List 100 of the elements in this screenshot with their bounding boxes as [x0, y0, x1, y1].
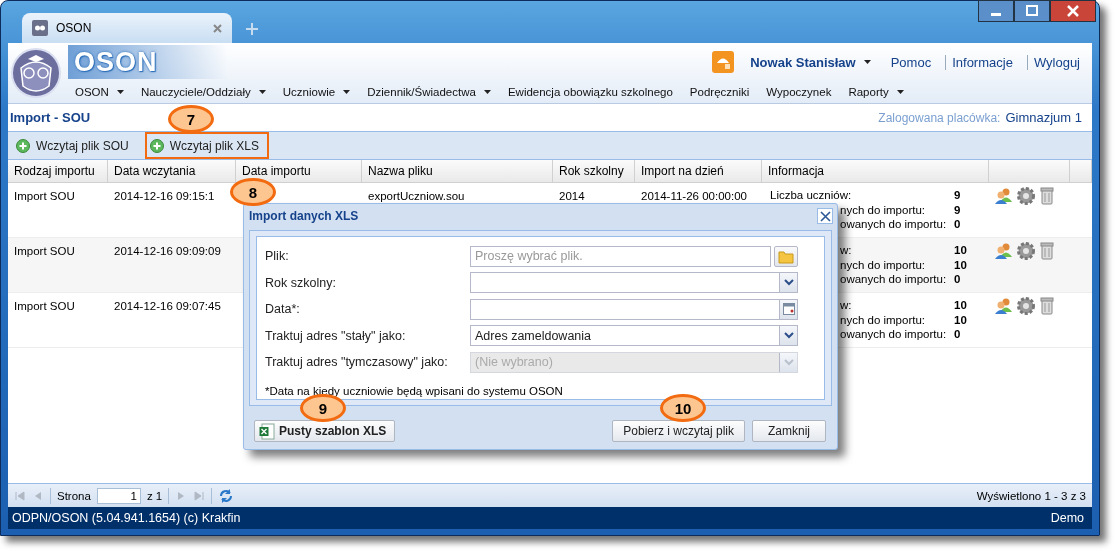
column-header[interactable]: Informacja — [762, 160, 989, 182]
info-value: 0 — [954, 218, 962, 232]
last-page-icon[interactable] — [193, 489, 206, 502]
page-title: Import - SOU — [10, 110, 91, 125]
info-label: owanych do importu: — [840, 218, 947, 232]
info-value: 9 — [954, 189, 962, 203]
close-icon — [819, 210, 831, 222]
table-cell: exportUczniow.sou — [368, 190, 465, 202]
menu-item[interactable]: Raporty — [848, 86, 904, 98]
add-icon — [149, 138, 164, 153]
table-cell: 2014-12-16 09:09:09 — [114, 245, 221, 257]
info-value: 9 — [954, 203, 962, 218]
info-value: 10 — [954, 299, 968, 313]
info-label: nych do importu: — [840, 203, 925, 218]
info-value: 10 — [954, 313, 968, 328]
close-icon[interactable] — [1050, 0, 1096, 22]
field-label: Traktuj adres "tymczasowy" jako: — [265, 355, 449, 370]
gear-icon[interactable] — [1017, 242, 1035, 260]
gear-icon[interactable] — [1017, 187, 1035, 205]
column-header[interactable]: Import na dzień — [635, 160, 762, 182]
info-label: owanych do importu: — [840, 273, 947, 287]
table-cell: 2014-12-16 09:15:1 — [114, 190, 215, 202]
users-icon[interactable] — [995, 187, 1013, 205]
field-label: Data*: — [265, 302, 301, 317]
table-cell: 2014-11-26 00:00:00 — [641, 190, 747, 202]
app-name: OSON — [73, 46, 158, 78]
spreadsheet-icon — [259, 422, 275, 440]
trash-icon[interactable] — [1039, 242, 1055, 260]
umbrella-icon[interactable] — [712, 51, 735, 73]
field-label: Traktuj adres "stały" jako: — [265, 328, 407, 343]
users-icon[interactable] — [995, 297, 1013, 315]
column-header[interactable]: Rok szkolny — [553, 160, 635, 182]
info-label: nych do importu: — [840, 313, 925, 328]
info-value: 10 — [954, 244, 968, 258]
template-button[interactable]: Pusty szablon XLS — [254, 420, 396, 442]
dropdown[interactable] — [470, 272, 798, 294]
trash-icon[interactable] — [1039, 297, 1055, 315]
browse-button[interactable] — [774, 245, 798, 267]
menu-item[interactable]: Uczniowie — [282, 86, 351, 98]
dialog-button[interactable]: Zamknij — [752, 420, 826, 442]
page-field[interactable]: 1 — [96, 487, 141, 504]
users-icon[interactable] — [995, 242, 1013, 260]
facility-name: Gimnazjum 1 — [1005, 110, 1082, 125]
toolbar-button[interactable]: Wczytaj plik SOU — [11, 132, 139, 159]
gear-icon[interactable] — [1017, 297, 1035, 315]
chevron-down-icon — [783, 332, 794, 340]
refresh-icon[interactable] — [218, 487, 235, 504]
page-count: z 1 — [146, 489, 163, 502]
browser-tab[interactable]: OSON — [22, 13, 232, 43]
info-value: 0 — [954, 328, 962, 342]
header-link[interactable]: Wyloguj — [1026, 54, 1086, 70]
header-link[interactable]: Informacje — [945, 54, 1019, 70]
calendar-icon — [782, 303, 795, 316]
menu-item[interactable]: Podręczniki — [689, 86, 750, 98]
info-label: owanych do importu: — [840, 328, 947, 342]
dialog-button[interactable]: Pobierz i wczytaj plik — [612, 420, 745, 442]
chevron-down-icon — [783, 358, 794, 366]
dropdown[interactable]: Adres zameldowania — [470, 325, 798, 347]
table-cell: Import SOU — [14, 245, 75, 257]
info-value: 0 — [954, 273, 962, 287]
folder-icon — [778, 248, 794, 264]
date-field[interactable] — [470, 298, 798, 320]
column-header[interactable]: Nazwa pliku — [362, 160, 553, 182]
caret-icon — [863, 60, 871, 64]
menu-item[interactable]: Dziennik/Świadectwa — [367, 86, 491, 98]
table-cell: Import SOU — [14, 190, 75, 202]
toolbar-button[interactable]: Wczytaj plik XLS — [144, 132, 270, 159]
page-label: Strona — [57, 489, 91, 502]
status-mode: Demo — [1050, 511, 1084, 525]
add-icon — [16, 138, 30, 153]
header-link[interactable]: Pomoc — [884, 54, 938, 70]
chevron-down-icon — [783, 279, 794, 287]
table-cell: Import SOU — [14, 300, 75, 312]
column-header[interactable]: Rodzaj importu — [8, 160, 108, 182]
close-button[interactable] — [817, 208, 833, 224]
trash-icon[interactable] — [1039, 187, 1055, 205]
first-page-icon[interactable] — [14, 489, 26, 502]
column-header[interactable]: Data wczytania — [108, 160, 236, 182]
dialog-title: Import danych XLS — [249, 209, 359, 223]
field-label: Rok szkolny: — [265, 275, 337, 290]
menu-item[interactable]: Nauczyciele/Oddziały — [140, 86, 266, 98]
menu-item[interactable]: OSON — [75, 86, 124, 98]
footnote: *Data na kiedy uczniowie będą wpisani do systemu OSON — [265, 384, 564, 397]
field-label: Plik: — [265, 249, 290, 264]
info-label: Liczba uczniów: — [770, 189, 852, 203]
dropdown: (Nie wybrano) — [470, 351, 798, 373]
owl-logo-icon — [11, 48, 61, 98]
maximize-icon[interactable] — [1014, 0, 1050, 22]
menu-item[interactable]: Wypoczynek — [766, 86, 832, 98]
info-value: 10 — [954, 258, 968, 273]
table-cell: 2014-12-16 09:07:45 — [114, 300, 221, 312]
new-tab-icon[interactable] — [246, 23, 258, 35]
info-label: nych do importu: — [840, 258, 925, 273]
facility-label: Zalogowana placówka: — [878, 110, 1001, 125]
pager-summary: Wyświetlono 1 - 3 z 3 — [976, 489, 1086, 502]
minimize-icon[interactable] — [978, 0, 1014, 22]
user-menu[interactable]: Nowak Stanisław — [750, 54, 871, 70]
menu-item[interactable]: Ewidencja obowiązku szkolnego — [507, 86, 673, 98]
info-label: w: — [840, 244, 852, 258]
table-cell: 2014 — [559, 190, 585, 202]
